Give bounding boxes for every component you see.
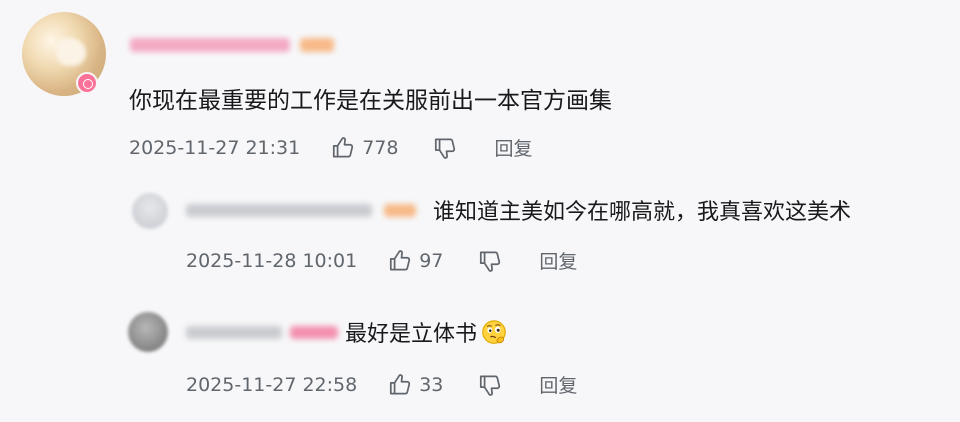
like-count: 97 [419,249,444,272]
reply-button[interactable]: 回复 [494,134,532,161]
reply-content-wrapper: 最好是立体书 [345,318,509,350]
reply-content: 最好是立体书 [345,322,478,347]
avatar[interactable] [132,193,168,229]
reply-meta: 2025-11-27 22:58 33 回复 [186,371,577,398]
username-blurred[interactable] [186,204,372,217]
user-level-badge-blurred [384,204,416,217]
thumbs-down-icon [435,137,456,159]
like-count: 33 [419,373,444,396]
reply-button[interactable]: 回复 [539,371,577,398]
reply-button[interactable]: 回复 [539,247,577,274]
reply-time: 2025-11-28 10:01 [186,249,358,272]
user-level-badge-blurred [290,326,338,339]
user-level-badge-blurred [300,38,334,52]
thumbs-down-icon [480,250,501,272]
username-blurred[interactable] [186,326,282,339]
thumbs-up-icon [333,136,354,158]
thinking-face-emoji [482,320,506,344]
thumbs-up-icon [390,249,411,271]
reply-content: 谁知道主美如今在哪高就，我真喜欢这美术 [433,200,852,225]
avatar[interactable] [128,312,168,352]
dislike-button[interactable] [432,135,458,161]
avatar-badge-icon [76,72,98,94]
thumbs-down-icon [480,374,501,396]
comment-meta: 2025-11-27 21:31 778 回复 [129,134,533,161]
username-blurred[interactable] [130,38,290,52]
reply-meta: 2025-11-28 10:01 97 回复 [186,247,577,274]
like-button[interactable]: 33 [387,372,443,398]
dislike-button[interactable] [477,372,503,398]
like-button[interactable]: 778 [330,135,398,161]
dislike-button[interactable] [477,248,503,274]
like-button[interactable]: 97 [387,248,443,274]
comment-time: 2025-11-27 21:31 [129,136,301,159]
like-count: 778 [362,136,399,159]
reply-time: 2025-11-27 22:58 [186,373,358,396]
thumbs-up-icon [390,373,411,395]
comment-content: 你现在最重要的工作是在关服前出一本官方画集 [129,88,612,114]
